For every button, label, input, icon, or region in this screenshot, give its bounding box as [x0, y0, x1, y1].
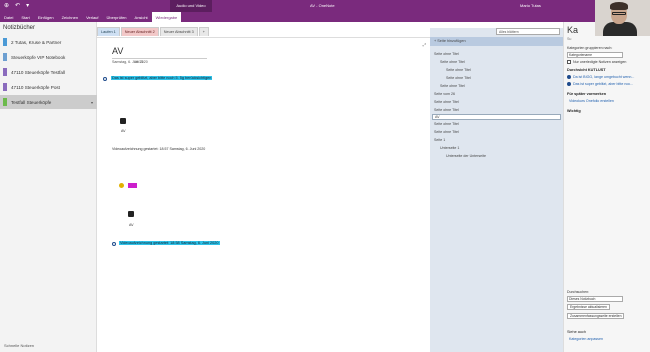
- page-canvas[interactable]: AV Samstag, 6. Juni 2020 08:13 ⤢ Das ist…: [97, 37, 430, 352]
- document-title: AV - OneNote: [310, 3, 335, 8]
- page-item[interactable]: Seite ohne Titel: [446, 68, 471, 72]
- notebooks-header[interactable]: Notizbücher: [0, 22, 96, 34]
- see-also-heading: Siehe auch: [567, 330, 586, 334]
- tab-ansicht[interactable]: Ansicht: [131, 12, 152, 22]
- notebook-label: Testfall Steuerköpfe: [11, 99, 52, 105]
- title-underline: [112, 58, 207, 59]
- magenta-highlight[interactable]: [128, 183, 137, 188]
- for-later-link[interactable]: Videokurs Onefolio erstellen: [569, 99, 614, 103]
- notebook-icon: [3, 83, 7, 91]
- section-tab[interactable]: Neuer Abschnitt 3: [159, 27, 198, 36]
- todo-bullet-icon[interactable]: [112, 242, 116, 246]
- quick-access-toolbar: ⊕ ↶ ▾: [4, 2, 29, 9]
- context-tab-audio-video[interactable]: Audio und Video: [170, 0, 212, 12]
- presenter-glasses: [612, 12, 626, 15]
- tab-zeichnen[interactable]: Zeichnen: [58, 12, 82, 22]
- pane-title: Ka: [567, 25, 579, 35]
- page-item[interactable]: Seite ohne Titel: [434, 52, 459, 56]
- page-item[interactable]: Seite vom 26: [434, 92, 455, 96]
- notebook-label: 47110 Steuerköpfe Post: [11, 84, 60, 90]
- page-item[interactable]: Seite ohne Titel: [434, 130, 459, 134]
- ribbon-tabs: Datei Start Einfügen Zeichnen Verlauf Üb…: [0, 12, 650, 22]
- important-heading: Wichtig: [567, 109, 581, 113]
- search-scope-label: Durchsuchen:: [567, 290, 590, 294]
- search-scope-select[interactable]: Dieses Notizbuch: [567, 296, 623, 302]
- undo-icon[interactable]: ↶: [15, 2, 20, 9]
- page-item[interactable]: Seite ohne Titel: [440, 84, 465, 88]
- webcam-overlay: [595, 0, 650, 36]
- tag-item-link[interactable]: Da ist BIGG, lange umgebucht wenn...: [573, 75, 634, 79]
- smiley-icon: [119, 183, 124, 188]
- section-heading: Durchsicht KUTLUST: [567, 68, 606, 72]
- tag-item-icon[interactable]: [567, 75, 571, 79]
- highlighted-note[interactable]: Das ist super geblitzt, aber bitte noch …: [111, 76, 213, 80]
- presenter-body: [603, 22, 637, 36]
- presenter-hair: [610, 2, 628, 10]
- tab-einfuegen[interactable]: Einfügen: [34, 12, 58, 22]
- notebook-item[interactable]: 2 Tutas, Kruse & Partner: [0, 35, 97, 49]
- page-item[interactable]: Seite ohne Titel: [440, 60, 465, 64]
- tab-verlauf[interactable]: Verlauf: [82, 12, 102, 22]
- page-item[interactable]: Seite ohne Titel: [434, 122, 459, 126]
- tab-ueberpruefen[interactable]: Überprüfen: [103, 12, 131, 22]
- chevron-down-icon[interactable]: ▾: [91, 100, 93, 105]
- search-input[interactable]: Alles blättern: [496, 28, 560, 35]
- title-bar: ⊕ ↶ ▾ Audio und Video AV - OneNote Mario…: [0, 0, 650, 12]
- video-recording-icon[interactable]: [120, 118, 126, 124]
- group-select[interactable]: Kategoriename: [567, 52, 623, 58]
- tag-item-icon[interactable]: [567, 82, 571, 86]
- notebook-item-selected[interactable]: Testfall Steuerköpfe ▾: [0, 95, 97, 109]
- pane-subtitle: Su: [567, 37, 572, 41]
- create-summary-button[interactable]: Zusammenfassungsseite erstellen: [567, 313, 625, 319]
- av-label: AV: [129, 223, 134, 227]
- tab-start[interactable]: Start: [17, 12, 33, 22]
- tag-item-link[interactable]: Das ist super geblitzt, aber bitte noc..…: [573, 82, 633, 86]
- expand-icon[interactable]: ⤢: [423, 42, 426, 47]
- notebook-item[interactable]: Steuerköpfe VIP Notebook: [0, 50, 97, 64]
- section-tabs: Laufen 1 Neuer Abschnitt 2 Neuer Abschni…: [97, 27, 210, 36]
- page-item[interactable]: Seite ohne Titel: [434, 100, 459, 104]
- page-item[interactable]: Unterseite der Unterseite: [446, 154, 486, 158]
- page-list-pane: Alles blättern + Seite hinzufügen Seite …: [430, 28, 563, 352]
- todo-bullet-icon[interactable]: [103, 77, 107, 81]
- notebook-label: 47110 Steuerköpfe Testfall: [11, 69, 65, 75]
- highlighted-note[interactable]: Videoaufzeichnung gestartet: 18:58 Samst…: [119, 241, 220, 245]
- add-page-button[interactable]: + Seite hinzufügen: [430, 37, 563, 46]
- notebook-icon: [3, 53, 7, 61]
- notebook-item[interactable]: 47110 Steuerköpfe Testfall: [0, 65, 97, 79]
- only-unchecked-checkbox[interactable]: [567, 60, 571, 64]
- notebook-label: 2 Tutas, Kruse & Partner: [11, 39, 62, 45]
- page-item[interactable]: Seite ohne Titel: [446, 76, 471, 80]
- video-recording-icon[interactable]: [128, 211, 134, 217]
- only-unchecked-label: Nur unerledigte Notizen anzeigen: [573, 60, 627, 64]
- page-item[interactable]: Seite ohne Titel: [434, 108, 459, 112]
- see-also-link[interactable]: Kategorien anpassen: [569, 337, 603, 341]
- tags-summary-pane: Ka Su Kategorien gruppieren nach: Katego…: [563, 22, 650, 352]
- user-name[interactable]: Mario Tutas: [520, 3, 541, 8]
- page-title[interactable]: AV: [112, 46, 123, 56]
- recording-note: Videoaufzeichnung gestartet: 18:57 Samst…: [112, 147, 206, 151]
- notebook-label: Steuerköpfe VIP Notebook: [11, 54, 66, 60]
- tab-datei[interactable]: Datei: [0, 12, 17, 22]
- refresh-results-button[interactable]: Ergebnisse aktualisieren: [567, 304, 610, 310]
- for-later-heading: Für später vormerken: [567, 92, 607, 96]
- page-item[interactable]: Seite 1: [434, 138, 445, 142]
- page-time: 08:13: [134, 60, 143, 64]
- page-item-selected[interactable]: AV: [432, 114, 561, 120]
- section-tab[interactable]: Laufen 1: [97, 27, 120, 36]
- notebook-icon: [3, 38, 7, 46]
- customize-icon[interactable]: ▾: [26, 2, 29, 9]
- notebook-icon: [3, 68, 7, 76]
- add-section-button[interactable]: +: [198, 27, 209, 36]
- notebook-pane: Notizbücher 2 Tutas, Kruse & Partner Ste…: [0, 22, 97, 352]
- tab-wiedergabe[interactable]: Wiedergabe: [151, 12, 182, 22]
- section-tab[interactable]: Neuer Abschnitt 2: [120, 27, 159, 36]
- group-label: Kategorien gruppieren nach:: [567, 46, 613, 50]
- back-icon[interactable]: ⊕: [4, 2, 9, 9]
- quick-notes[interactable]: Schnelle Notizen: [4, 343, 34, 348]
- page-item[interactable]: Unterseite 1: [440, 146, 459, 150]
- notebook-item[interactable]: 47110 Steuerköpfe Post: [0, 80, 97, 94]
- notebook-icon: [3, 98, 7, 106]
- av-label: AV: [121, 129, 126, 133]
